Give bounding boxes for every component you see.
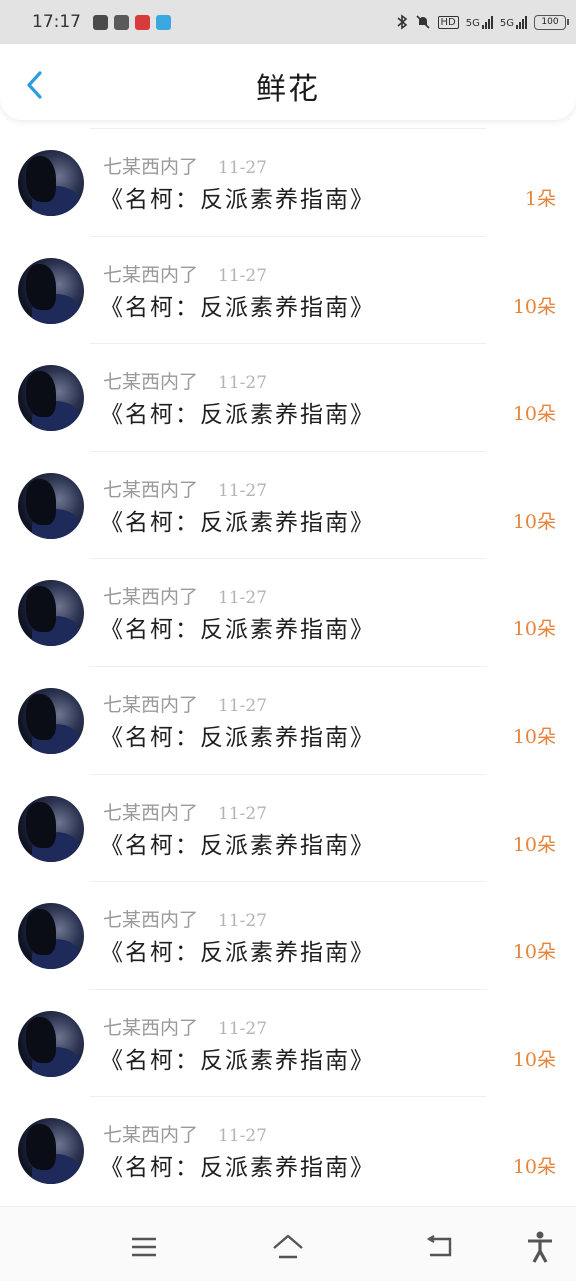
- author-name: 七某西内了: [103, 909, 199, 932]
- accessibility-icon: [528, 1231, 552, 1263]
- author-name: 七某西内了: [103, 693, 199, 716]
- flower-record-list: 七某西内了 11-27 《名柯：反派素养指南》 1朵 七某西内了 11-27 《…: [0, 128, 576, 1204]
- network-5g-b: 5G: [500, 15, 527, 29]
- list-item[interactable]: 七某西内了 11-27 《名柯：反派素养指南》 10朵: [0, 1096, 576, 1204]
- list-item[interactable]: 七某西内了 11-27 《名柯：反派素养指南》 10朵: [0, 665, 576, 774]
- flower-count: 10朵: [512, 403, 556, 426]
- list-item[interactable]: 七某西内了 11-27 《名柯：反派素养指南》 10朵: [0, 450, 576, 559]
- status-time: 17:17: [32, 12, 81, 32]
- flower-count: 10朵: [512, 725, 556, 748]
- avatar: [18, 1010, 84, 1077]
- author-name: 七某西内了: [103, 586, 199, 609]
- avatar: [18, 257, 84, 324]
- avatar: [18, 687, 84, 754]
- accessibility-button[interactable]: [520, 1229, 560, 1265]
- bluetooth-icon: [396, 14, 407, 30]
- signal-icon: [481, 15, 493, 29]
- status-right-icons: HD 5G 5G 100: [396, 14, 569, 30]
- list-item[interactable]: 七某西内了 11-27 《名柯：反派素养指南》 10朵: [0, 773, 576, 882]
- flower-count: 10朵: [512, 510, 556, 533]
- flower-count: 10朵: [512, 1156, 556, 1179]
- signal-icon: [516, 15, 527, 29]
- back-icon: [426, 1235, 452, 1257]
- record-date: 11-27: [218, 803, 268, 824]
- battery-icon: 100: [534, 14, 569, 30]
- author-name: 七某西内了: [103, 263, 199, 286]
- app-notification-icon: [114, 14, 129, 30]
- mute-icon: [415, 15, 430, 29]
- author-name: 七某西内了: [103, 156, 199, 178]
- flower-count: 10朵: [512, 941, 556, 964]
- record-date: 11-27: [218, 911, 268, 932]
- book-title: 《名柯：反派素养指南》: [100, 1155, 375, 1182]
- notification-icons: [93, 14, 171, 30]
- network-5g-a: 5G: [466, 15, 493, 29]
- avatar: [18, 1118, 84, 1185]
- blue-app-notification-icon: [156, 14, 171, 30]
- record-date: 11-27: [218, 1018, 268, 1039]
- list-item[interactable]: 七某西内了 11-27 《名柯：反派素养指南》 10朵: [0, 881, 576, 989]
- hd-label: HD: [437, 15, 459, 29]
- book-title: 《名柯：反派素养指南》: [100, 294, 375, 321]
- flower-count: 10朵: [512, 295, 556, 318]
- top-nav-header: 鲜花: [0, 44, 576, 120]
- author-name: 七某西内了: [103, 371, 199, 394]
- author-name: 七某西内了: [103, 801, 199, 824]
- list-item[interactable]: 七某西内了 11-27 《名柯：反派素养指南》 10朵: [0, 988, 576, 1097]
- flower-count: 10朵: [512, 833, 556, 856]
- record-date: 11-27: [218, 265, 268, 286]
- record-date: 11-27: [218, 695, 268, 716]
- book-title: 《名柯：反派素养指南》: [100, 832, 375, 859]
- check-notification-icon: [93, 14, 108, 30]
- author-name: 七某西内了: [103, 478, 199, 501]
- page-title: 鲜花: [256, 72, 320, 107]
- record-date: 11-27: [218, 480, 268, 501]
- book-title: 《名柯：反派素养指南》: [100, 724, 375, 751]
- book-title: 《名柯：反派素养指南》: [100, 617, 375, 644]
- book-title: 《名柯：反派素养指南》: [100, 509, 375, 536]
- menu-icon: [132, 1237, 156, 1257]
- flower-count: 10朵: [512, 618, 556, 641]
- home-button[interactable]: [268, 1229, 308, 1265]
- book-title: 《名柯：反派素养指南》: [100, 940, 375, 967]
- record-date: 11-27: [218, 588, 268, 609]
- author-name: 七某西内了: [103, 1124, 199, 1147]
- status-bar: 17:17 HD 5G 5G 100: [0, 0, 576, 44]
- avatar: [18, 795, 84, 862]
- list-item[interactable]: 七某西内了 11-27 《名柯：反派素养指南》 10朵: [0, 343, 576, 451]
- record-date: 11-27: [218, 373, 268, 394]
- avatar: [18, 472, 84, 539]
- system-nav-bar: [0, 1206, 576, 1281]
- book-title: 《名柯：反派素养指南》: [100, 402, 375, 429]
- list-item[interactable]: 七某西内了 11-27 《名柯：反派素养指南》 10朵: [0, 558, 576, 666]
- list-item[interactable]: 七某西内了 11-27 《名柯：反派素养指南》 1朵: [0, 128, 576, 236]
- flower-count: 10朵: [512, 1048, 556, 1071]
- book-title: 《名柯：反派素养指南》: [100, 1047, 375, 1074]
- flower-count: 1朵: [524, 188, 556, 210]
- author-name: 七某西内了: [103, 1016, 199, 1039]
- book-title: 《名柯：反派素养指南》: [100, 187, 375, 213]
- avatar: [18, 903, 84, 970]
- list-item[interactable]: 七某西内了 11-27 《名柯：反派素养指南》 10朵: [0, 235, 576, 344]
- record-date: 11-27: [218, 158, 268, 178]
- avatar: [18, 580, 84, 647]
- avatar: [18, 150, 84, 216]
- record-date: 11-27: [218, 1126, 268, 1147]
- back-nav-button[interactable]: [420, 1229, 460, 1265]
- menu-button[interactable]: [124, 1229, 164, 1265]
- home-icon: [273, 1234, 303, 1259]
- avatar: [18, 365, 84, 432]
- red-app-notification-icon: [135, 14, 150, 30]
